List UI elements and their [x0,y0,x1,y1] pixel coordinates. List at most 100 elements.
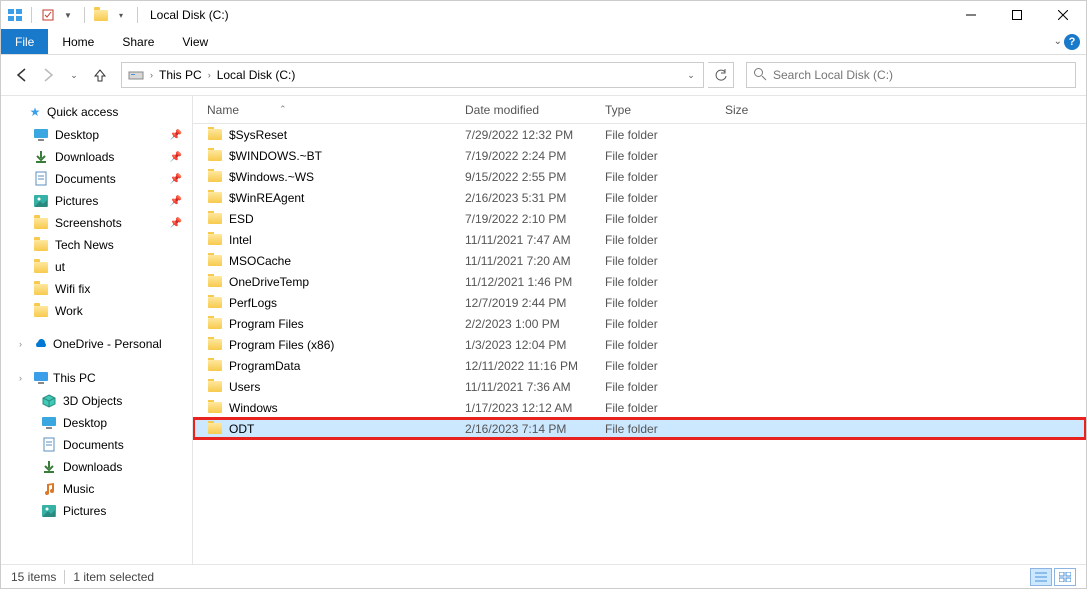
file-date: 2/16/2023 5:31 PM [465,191,605,205]
details-view-button[interactable] [1030,568,1052,586]
sidebar-item[interactable]: 3D Objects [1,390,192,412]
file-date: 11/11/2021 7:20 AM [465,254,605,268]
file-type: File folder [605,317,725,331]
sidebar-item[interactable]: Documents 📌 [1,168,192,190]
file-row[interactable]: Program Files (x86)1/3/2023 12:04 PMFile… [193,334,1086,355]
folder-icon [207,295,223,311]
sidebar-item[interactable]: Desktop📌 [1,124,192,146]
large-icons-view-button[interactable] [1054,568,1076,586]
sidebar-item[interactable]: Pictures [1,500,192,522]
forward-button[interactable] [37,64,59,86]
sidebar-item-label: Wifi fix [55,282,90,296]
pin-icon: 📌 [170,174,182,185]
customize-qat-icon[interactable]: ▾ [113,7,129,23]
tab-view[interactable]: View [168,29,222,54]
tab-share[interactable]: Share [108,29,168,54]
column-date[interactable]: Date modified [465,103,605,117]
file-row[interactable]: Program Files2/2/2023 1:00 PMFile folder [193,313,1086,334]
file-row[interactable]: OneDriveTemp11/12/2021 1:46 PMFile folde… [193,271,1086,292]
sidebar-quick-access[interactable]: ★ Quick access [1,100,192,124]
file-type: File folder [605,422,725,436]
file-row[interactable]: MSOCache11/11/2021 7:20 AMFile folder [193,250,1086,271]
file-type: File folder [605,296,725,310]
chevron-right-icon[interactable]: › [148,70,155,80]
column-type[interactable]: Type [605,103,725,117]
status-selected-count: 1 item selected [73,570,154,584]
sidebar-item-label: Documents [55,172,116,186]
sidebar-item[interactable]: Wifi fix [1,278,192,300]
qat-properties-icon[interactable] [40,7,56,23]
file-date: 12/11/2022 11:16 PM [465,359,605,373]
app-icon [7,7,23,23]
sidebar-item[interactable]: Tech News [1,234,192,256]
column-name[interactable]: Name⌃ [207,103,465,117]
file-row[interactable]: ESD7/19/2022 2:10 PMFile folder [193,208,1086,229]
qat-dropdown-icon[interactable]: ▼ [60,7,76,23]
file-row[interactable]: $WINDOWS.~BT7/19/2022 2:24 PMFile folder [193,145,1086,166]
address-history-button[interactable]: ⌄ [679,70,703,81]
file-date: 1/3/2023 12:04 PM [465,338,605,352]
pin-icon: 📌 [170,152,182,163]
close-button[interactable] [1040,1,1086,29]
tab-home[interactable]: Home [48,29,108,54]
file-row[interactable]: $Windows.~WS9/15/2022 2:55 PMFile folder [193,166,1086,187]
file-row[interactable]: $SysReset7/29/2022 12:32 PMFile folder [193,124,1086,145]
address-bar[interactable]: › This PC › Local Disk (C:) ⌄ [121,62,704,88]
file-date: 11/11/2021 7:47 AM [465,233,605,247]
this-pc-label: This PC [53,371,96,385]
folder-icon [207,421,223,437]
maximize-button[interactable] [994,1,1040,29]
file-date: 2/16/2023 7:14 PM [465,422,605,436]
caret-right-icon[interactable]: › [19,339,29,349]
minimize-button[interactable] [948,1,994,29]
file-row[interactable]: ProgramData12/11/2022 11:16 PMFile folde… [193,355,1086,376]
recent-locations-button[interactable]: ⌄ [63,64,85,86]
drive-icon[interactable] [124,63,148,87]
sidebar-item-label: 3D Objects [63,394,122,408]
chevron-right-icon[interactable]: › [206,70,213,80]
back-button[interactable] [11,64,33,86]
sidebar-item[interactable]: Pictures📌 [1,190,192,212]
file-name: Users [229,380,260,394]
sidebar-item[interactable]: ut [1,256,192,278]
sidebar-item[interactable]: Music [1,478,192,500]
tab-file[interactable]: File [1,29,48,54]
file-row[interactable]: PerfLogs12/7/2019 2:44 PMFile folder [193,292,1086,313]
sidebar-item[interactable]: Downloads📌 [1,146,192,168]
sidebar-item-label: Pictures [55,194,98,208]
sidebar-item[interactable]: Screenshots📌 [1,212,192,234]
file-row[interactable]: $WinREAgent2/16/2023 5:31 PMFile folder [193,187,1086,208]
file-date: 1/17/2023 12:12 AM [465,401,605,415]
sidebar-this-pc[interactable]: › This PC [1,366,192,390]
file-name: Intel [229,233,252,247]
file-name: Program Files (x86) [229,338,334,352]
file-row[interactable]: Users11/11/2021 7:36 AMFile folder [193,376,1086,397]
pin-icon: 📌 [170,218,182,229]
breadcrumb-this-pc[interactable]: This PC [155,63,206,87]
breadcrumb-local-disk[interactable]: Local Disk (C:) [213,63,300,87]
sidebar-onedrive[interactable]: › OneDrive - Personal [1,332,192,356]
nav-toolbar: ⌄ › This PC › Local Disk (C:) ⌄ [1,55,1086,95]
folder-icon [207,127,223,143]
sidebar-item[interactable]: Documents [1,434,192,456]
file-row[interactable]: Windows1/17/2023 12:12 AMFile folder [193,397,1086,418]
help-icon[interactable]: ? [1064,34,1080,50]
search-box[interactable] [746,62,1076,88]
status-bar: 15 items 1 item selected [1,564,1086,588]
file-name: $Windows.~WS [229,170,314,184]
column-size[interactable]: Size [725,103,805,117]
search-input[interactable] [773,68,1075,82]
sidebar-item[interactable]: Desktop [1,412,192,434]
caret-right-icon[interactable]: › [19,373,29,383]
file-row[interactable]: ODT2/16/2023 7:14 PMFile folder [193,418,1086,439]
refresh-button[interactable] [708,62,734,88]
file-row[interactable]: Intel11/11/2021 7:47 AMFile folder [193,229,1086,250]
file-name: ProgramData [229,359,300,373]
folder-icon [33,149,49,165]
up-button[interactable] [89,64,111,86]
sidebar-item[interactable]: Work [1,300,192,322]
expand-ribbon-icon[interactable]: ⌄ [1054,36,1062,47]
sidebar-item[interactable]: Downloads [1,456,192,478]
file-name: Program Files [229,317,304,331]
file-type: File folder [605,128,725,142]
